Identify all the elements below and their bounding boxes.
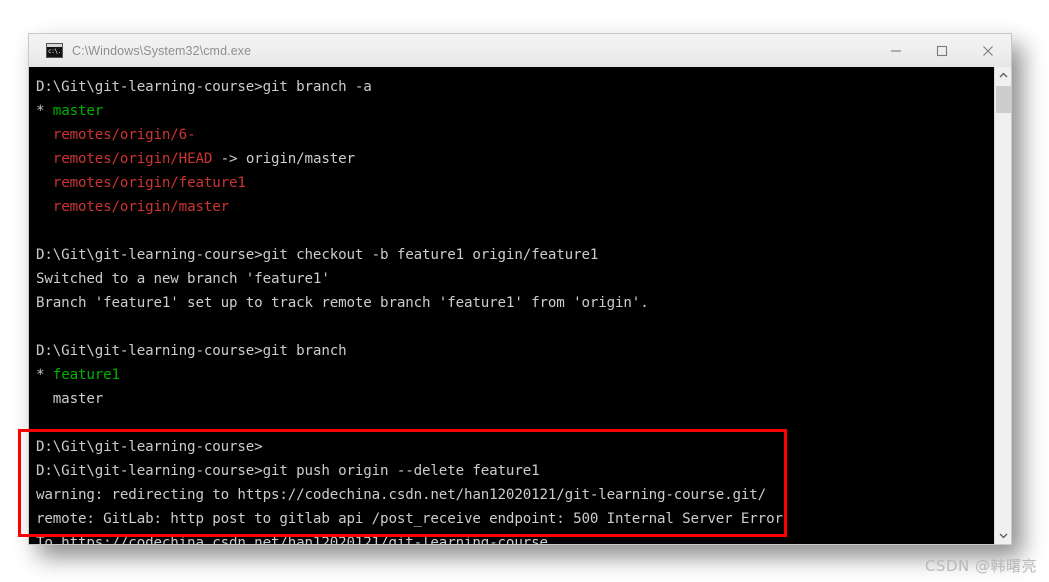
terminal-line: * feature1 [36, 363, 991, 387]
terminal-line: remotes/origin/feature1 [36, 171, 991, 195]
terminal-segment: * [36, 367, 53, 383]
window-title: C:\Windows\System32\cmd.exe [72, 43, 252, 58]
terminal-line: Branch 'feature1' set up to track remote… [36, 291, 991, 315]
terminal-segment: feature1 [52, 367, 120, 383]
cmd-icon [46, 43, 63, 58]
terminal-segment: remotes/origin/feature1 [52, 175, 246, 191]
terminal-segment: -> origin/master [212, 151, 355, 167]
close-button[interactable] [965, 34, 1011, 67]
terminal-segment: * [36, 103, 53, 119]
terminal-line: D:\Git\git-learning-course>git branch [36, 339, 991, 363]
maximize-button[interactable] [919, 34, 965, 67]
terminal-segment: remotes/origin/6- [52, 127, 196, 143]
terminal-line: remotes/origin/master [36, 195, 991, 219]
terminal-segment [36, 151, 53, 167]
scrollbar-thumb[interactable] [996, 86, 1011, 113]
terminal-line: D:\Git\git-learning-course> [36, 435, 991, 459]
watermark: CSDN @韩曙亮 [924, 557, 1037, 575]
terminal-segment: D:\Git\git-learning-course>git checkout … [36, 247, 599, 263]
terminal-line: Switched to a new branch 'feature1' [36, 267, 991, 291]
terminal-segment: D:\Git\git-learning-course>git push orig… [36, 463, 540, 479]
terminal-line: D:\Git\git-learning-course>git branch -a [36, 75, 991, 99]
terminal-segment: master [52, 103, 104, 119]
terminal-segment: Branch 'feature1' set up to track remote… [36, 295, 649, 311]
terminal-output-area[interactable]: D:\Git\git-learning-course>git branch -a… [29, 67, 1011, 544]
terminal-segment: Switched to a new branch 'feature1' [36, 271, 330, 287]
terminal-segment: D:\Git\git-learning-course> [36, 439, 263, 455]
chevron-up-icon[interactable] [995, 67, 1011, 84]
terminal-segment: master [36, 391, 104, 407]
terminal-line: remotes/origin/6- [36, 123, 991, 147]
terminal-line: D:\Git\git-learning-course>git checkout … [36, 243, 991, 267]
minimize-button[interactable] [873, 34, 919, 67]
terminal-line: remotes/origin/HEAD -> origin/master [36, 147, 991, 171]
terminal-segment: warning: redirecting to https://codechin… [36, 487, 767, 503]
terminal-segment: D:\Git\git-learning-course>git branch [36, 343, 347, 359]
terminal-segment [36, 199, 53, 215]
terminal-line: master [36, 387, 991, 411]
terminal-line: remote: GitLab: http post to gitlab api … [36, 507, 991, 531]
terminal-segment: D:\Git\git-learning-course>git branch -a [36, 79, 372, 95]
terminal-segment: To https://codechina.csdn.net/han1202012… [36, 535, 548, 544]
terminal-line: * master [36, 99, 991, 123]
cmd-console-window: C:\Windows\System32\cmd.exe D:\Git\git [28, 33, 1012, 545]
window-controls [873, 34, 1011, 67]
terminal-line: warning: redirecting to https://codechin… [36, 483, 991, 507]
terminal-line: D:\Git\git-learning-course>git push orig… [36, 459, 991, 483]
terminal-segment: remote: GitLab: http post to gitlab api … [36, 511, 783, 527]
terminal-segment: remotes/origin/HEAD [52, 151, 213, 167]
terminal-text: D:\Git\git-learning-course>git branch -a… [36, 75, 991, 544]
chevron-down-icon[interactable] [995, 527, 1011, 544]
terminal-segment [36, 175, 53, 191]
terminal-line: To https://codechina.csdn.net/han1202012… [36, 531, 991, 544]
vertical-scrollbar[interactable] [994, 67, 1011, 544]
terminal-segment [36, 127, 53, 143]
window-titlebar[interactable]: C:\Windows\System32\cmd.exe [29, 34, 1011, 67]
terminal-segment: remotes/origin/master [52, 199, 230, 215]
